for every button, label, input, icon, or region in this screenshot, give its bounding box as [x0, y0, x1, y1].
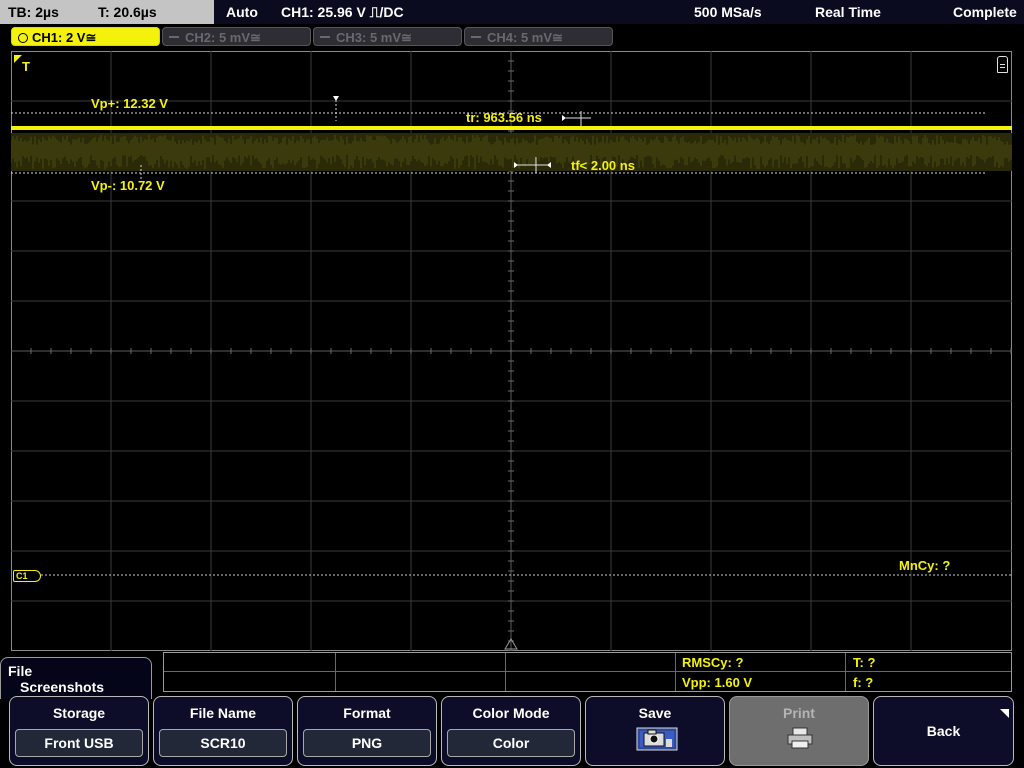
- save-label: Save: [638, 705, 672, 721]
- vpp-value: Vpp: 1.60 V: [682, 675, 753, 690]
- tab-ch3-label: CH3: 5 mV≅: [336, 30, 412, 45]
- ch1-active-indicator-icon: [18, 33, 28, 43]
- tab-ch4[interactable]: CH4: 5 mV≅: [464, 27, 613, 46]
- camera-save-icon: [636, 727, 678, 751]
- storage-value: Front USB: [15, 729, 143, 757]
- ch2-off-indicator-icon: [169, 36, 179, 38]
- tab-ch1[interactable]: CH1: 2 V≅: [11, 27, 160, 46]
- file-name-value: SCR10: [159, 729, 287, 757]
- fall-time-measurement: tf< 2.00 ns: [571, 158, 635, 173]
- menu-title-line2: Screenshots: [20, 679, 105, 695]
- color-mode-button[interactable]: Color Mode Color: [441, 696, 581, 766]
- ch3-off-indicator-icon: [320, 36, 330, 38]
- tab-ch4-label: CH4: 5 mV≅: [487, 30, 563, 45]
- print-button[interactable]: Print: [729, 696, 869, 766]
- ch4-off-indicator-icon: [471, 36, 481, 38]
- menu-title-tab: File Screenshots: [0, 657, 152, 699]
- waveform-grid: [11, 51, 1012, 651]
- format-label: Format: [343, 705, 391, 721]
- table-divider-v3: [675, 653, 676, 691]
- menu-lock-icon[interactable]: [997, 56, 1008, 73]
- file-name-label: File Name: [189, 705, 257, 721]
- print-label: Print: [783, 705, 815, 721]
- ch1-offset-label: C1: [16, 571, 28, 581]
- color-mode-value: Color: [447, 729, 575, 757]
- tab-ch3[interactable]: CH3: 5 mV≅: [313, 27, 462, 46]
- table-divider-v2: [505, 653, 506, 691]
- sample-rate: 500 MSa/s: [694, 4, 762, 20]
- table-divider-v1: [335, 653, 336, 691]
- ch1-offset-marker[interactable]: C1: [13, 570, 41, 582]
- printer-icon: [787, 727, 813, 749]
- save-button[interactable]: Save: [585, 696, 725, 766]
- timebase-value: TB: 2µs: [8, 4, 59, 20]
- storage-label: Storage: [52, 705, 106, 721]
- table-divider-v4: [845, 653, 846, 691]
- rmscy-value: RMSCy: ?: [682, 655, 744, 670]
- tab-ch1-label: CH1: 2 V≅: [32, 30, 97, 45]
- format-button[interactable]: Format PNG: [297, 696, 437, 766]
- trigger-marker-label: T: [22, 59, 30, 74]
- color-mode-label: Color Mode: [472, 705, 550, 721]
- vp-minus-measurement: Vp-: 10.72 V: [91, 178, 165, 193]
- acquisition-status: Complete: [953, 4, 1017, 20]
- file-name-button[interactable]: File Name SCR10: [153, 696, 293, 766]
- mncy-measurement: MnCy: ?: [899, 558, 951, 573]
- acquisition-mode: Real Time: [815, 4, 881, 20]
- vp-plus-measurement: Vp+: 12.32 V: [91, 96, 168, 111]
- rise-time-measurement: tr: 963.56 ns: [466, 110, 542, 125]
- trigger-time-value: T: 20.6µs: [98, 4, 157, 20]
- trigger-info[interactable]: CH1: 25.96 V ⎍/DC: [281, 4, 404, 21]
- timebase-box[interactable]: TB: 2µs T: 20.6µs: [0, 0, 214, 24]
- trigger-arrow-icon: [14, 55, 22, 63]
- frequency-value: f: ?: [853, 675, 874, 690]
- table-divider-h: [164, 671, 1011, 672]
- trigger-mode[interactable]: Auto: [226, 4, 258, 20]
- storage-button[interactable]: Storage Front USB: [9, 696, 149, 766]
- tab-ch2[interactable]: CH2: 5 mV≅: [162, 27, 311, 46]
- format-value: PNG: [303, 729, 431, 757]
- tab-ch2-label: CH2: 5 mV≅: [185, 30, 261, 45]
- back-label: Back: [926, 723, 961, 739]
- back-button[interactable]: Back: [873, 696, 1014, 766]
- period-value: T: ?: [853, 655, 876, 670]
- menu-title-line1: File: [8, 663, 33, 679]
- corner-arrow-icon: [1000, 709, 1009, 718]
- measurement-table: [163, 652, 1012, 692]
